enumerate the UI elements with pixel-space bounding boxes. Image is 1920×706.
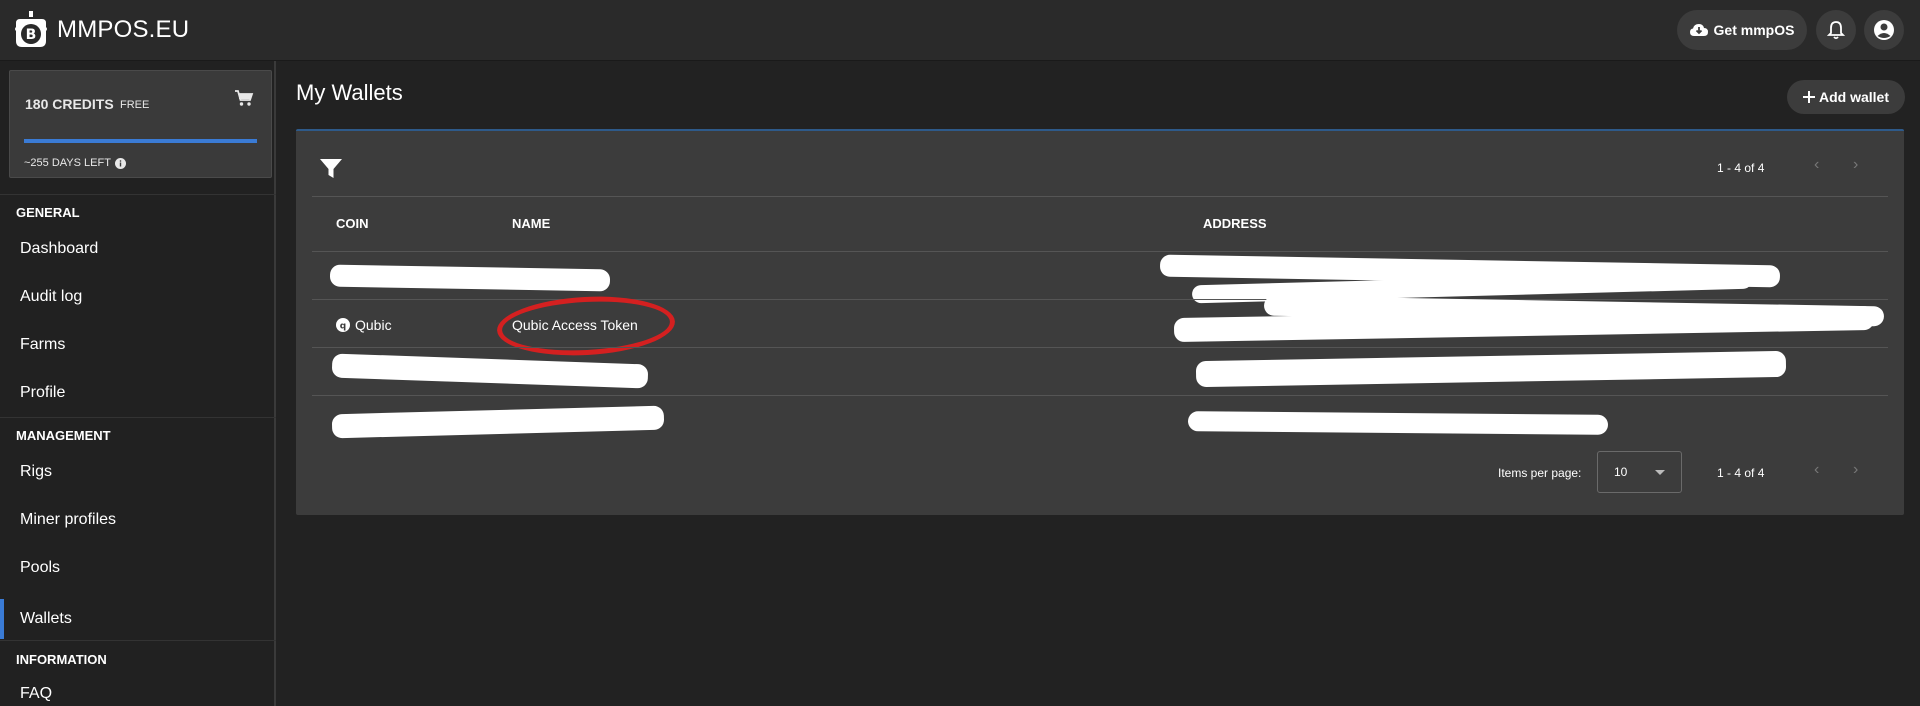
items-per-page-select[interactable]: 10 [1597, 451, 1682, 493]
brand[interactable]: B MMPOS.EU [14, 11, 189, 49]
page-title: My Wallets [296, 80, 403, 105]
coin-cell: q Qubic [336, 317, 392, 333]
column-header-address[interactable]: ADDRESS [1203, 216, 1267, 231]
caret-down-icon [1655, 470, 1665, 475]
annotation-circle [495, 292, 677, 360]
credits-progress [24, 139, 257, 143]
sidebar-item-miner-profiles[interactable]: Miner profiles [0, 503, 276, 537]
filter-icon[interactable] [320, 159, 342, 179]
table-rule [312, 347, 1888, 348]
sidebar-item-audit-log[interactable]: Audit log [0, 280, 276, 314]
column-header-coin[interactable]: COIN [336, 216, 369, 231]
add-wallet-label: Add wallet [1818, 89, 1889, 105]
column-header-name[interactable]: NAME [512, 216, 550, 231]
account-circle-icon [1874, 20, 1894, 40]
notifications-button[interactable] [1816, 10, 1856, 50]
wallets-card: 1 - 4 of 4 ‹ › COIN NAME ADDRESS q Qubic… [296, 129, 1904, 515]
prev-page-button[interactable]: ‹ [1814, 461, 1819, 479]
days-left: ~255 DAYS LEFT [24, 157, 126, 169]
sidebar-divider [0, 194, 276, 195]
sidebar-item-faq[interactable]: FAQ [0, 677, 276, 706]
items-per-page-value: 10 [1614, 465, 1628, 479]
pagination-range-bottom: 1 - 4 of 4 [1717, 466, 1765, 480]
sidebar: 180 CREDITS FREE ~255 DAYS LEFT GENERAL … [0, 61, 276, 706]
sidebar-item-rigs[interactable]: Rigs [0, 455, 276, 489]
table-rule [312, 395, 1888, 396]
coin-name: Qubic [355, 317, 392, 333]
add-wallet-button[interactable]: Add wallet [1787, 80, 1905, 114]
sidebar-item-pools[interactable]: Pools [0, 551, 276, 585]
bell-icon [1827, 21, 1845, 40]
sidebar-divider [0, 417, 276, 418]
sidebar-item-wallets[interactable]: Wallets [0, 599, 276, 639]
redaction-mark [329, 264, 611, 292]
qubic-coin-icon: q [336, 318, 350, 332]
cloud-download-icon [1689, 24, 1708, 36]
table-rule [312, 196, 1888, 197]
sidebar-divider [0, 640, 276, 641]
credits-card: 180 CREDITS FREE ~255 DAYS LEFT [9, 70, 272, 178]
credits-count: 180 CREDITS [25, 96, 114, 112]
plan-badge: FREE [120, 99, 150, 111]
section-information: INFORMATION [16, 652, 107, 667]
get-mmpos-button[interactable]: Get mmpOS [1677, 10, 1807, 50]
days-left-text: ~255 DAYS LEFT [24, 157, 111, 169]
redaction-mark [1195, 350, 1787, 388]
account-button[interactable] [1864, 10, 1904, 50]
credits-progress-fill [24, 139, 257, 143]
info-icon[interactable] [114, 157, 126, 169]
next-page-button-top[interactable]: › [1853, 156, 1858, 174]
prev-page-button-top[interactable]: ‹ [1814, 156, 1819, 174]
redaction-mark [331, 405, 665, 439]
cart-icon[interactable] [234, 89, 254, 107]
pagination-range-top: 1 - 4 of 4 [1717, 161, 1765, 175]
sidebar-item-profile[interactable]: Profile [0, 376, 276, 410]
sidebar-item-farms[interactable]: Farms [0, 328, 276, 362]
sidebar-item-dashboard[interactable]: Dashboard [0, 232, 276, 266]
section-general: GENERAL [16, 205, 80, 220]
section-management: MANAGEMENT [16, 428, 111, 443]
table-rule [312, 299, 1888, 300]
brand-name: MMPOS.EU [57, 16, 190, 43]
top-bar: B MMPOS.EU Get mmpOS [0, 0, 1920, 61]
svg-text:q: q [340, 322, 346, 332]
plus-icon [1802, 91, 1815, 103]
table-rule [312, 251, 1888, 252]
redaction-mark [331, 353, 649, 389]
next-page-button[interactable]: › [1853, 461, 1858, 479]
svg-text:B: B [26, 27, 37, 43]
items-per-page-label: Items per page: [1498, 466, 1582, 480]
get-mmpos-label: Get mmpOS [1713, 22, 1795, 38]
bitcoin-robot-icon: B [15, 11, 47, 47]
redaction-mark [1187, 411, 1609, 435]
